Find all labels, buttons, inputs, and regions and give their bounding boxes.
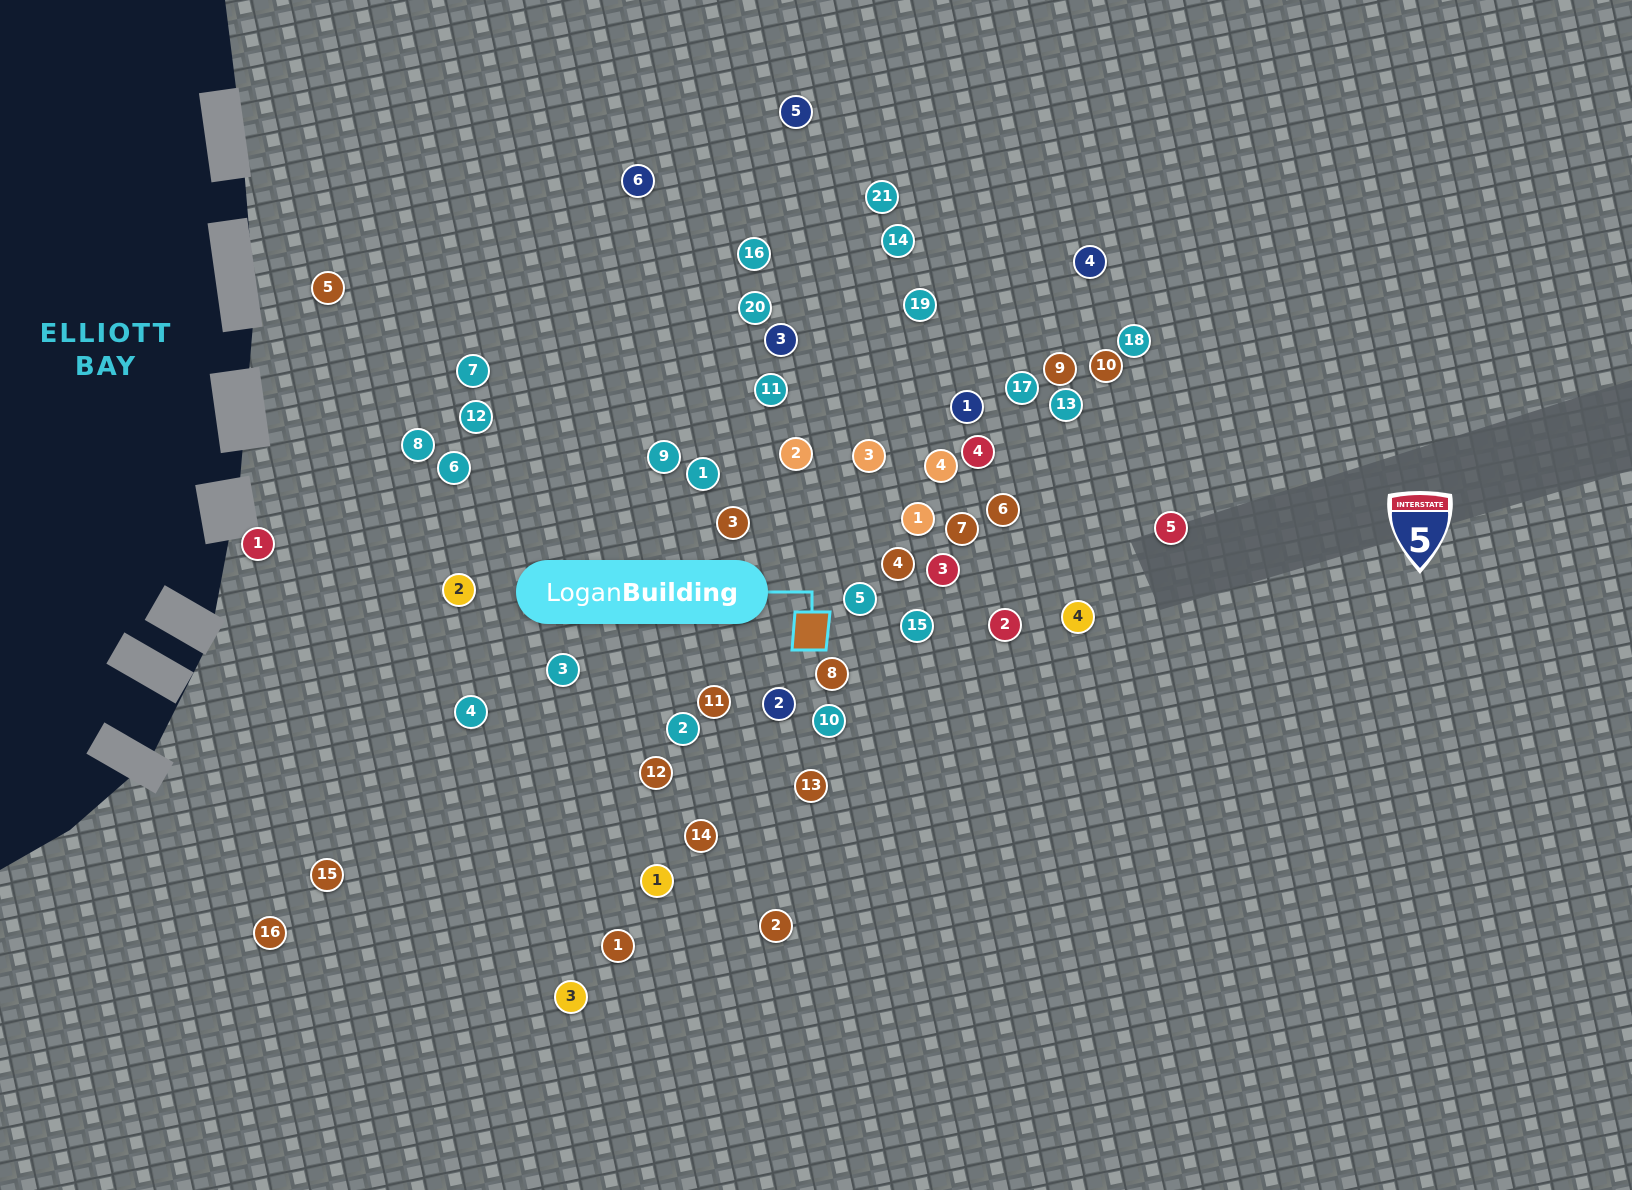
- map-marker-yellow-1[interactable]: 1: [640, 864, 674, 898]
- map-marker-brown-13[interactable]: 13: [794, 769, 828, 803]
- map-marker-teal-2[interactable]: 2: [666, 712, 700, 746]
- water-label: ELLIOTT BAY: [30, 318, 182, 384]
- map-marker-teal-17[interactable]: 17: [1005, 371, 1039, 405]
- map-marker-teal-12[interactable]: 12: [459, 400, 493, 434]
- map-marker-navy-4[interactable]: 4: [1073, 245, 1107, 279]
- water-label-line2: BAY: [74, 352, 138, 382]
- map-background: [0, 0, 1632, 1190]
- map-marker-brown-16[interactable]: 16: [253, 916, 287, 950]
- map-marker-teal-18[interactable]: 18: [1117, 324, 1151, 358]
- map-marker-brown-2[interactable]: 2: [759, 909, 793, 943]
- map-marker-brown-11[interactable]: 11: [697, 685, 731, 719]
- map-marker-brown-5[interactable]: 5: [311, 271, 345, 305]
- logan-building-callout[interactable]: Logan Building: [516, 560, 768, 624]
- map-marker-teal-14[interactable]: 14: [881, 224, 915, 258]
- map-marker-teal-16[interactable]: 16: [737, 237, 771, 271]
- map-marker-teal-3[interactable]: 3: [546, 653, 580, 687]
- map-marker-orange-3[interactable]: 3: [852, 439, 886, 473]
- map-marker-teal-13[interactable]: 13: [1049, 388, 1083, 422]
- map-marker-teal-15[interactable]: 15: [900, 609, 934, 643]
- map-marker-brown-8[interactable]: 8: [815, 657, 849, 691]
- map-marker-teal-19[interactable]: 19: [903, 288, 937, 322]
- map-marker-teal-5[interactable]: 5: [843, 582, 877, 616]
- callout-part2: Building: [621, 577, 738, 607]
- map-marker-yellow-2[interactable]: 2: [442, 573, 476, 607]
- aerial-map[interactable]: ELLIOTT BAY Logan Building INTERSTATE 5 5…: [0, 0, 1632, 1190]
- shield-number: 5: [1408, 521, 1432, 561]
- shield-top-text: INTERSTATE: [1396, 501, 1443, 509]
- map-marker-brown-1[interactable]: 1: [601, 929, 635, 963]
- map-marker-teal-1[interactable]: 1: [686, 457, 720, 491]
- map-marker-teal-6[interactable]: 6: [437, 451, 471, 485]
- map-marker-brown-14[interactable]: 14: [684, 819, 718, 853]
- map-marker-red-1[interactable]: 1: [241, 527, 275, 561]
- map-marker-orange-2[interactable]: 2: [779, 437, 813, 471]
- map-marker-red-3[interactable]: 3: [926, 553, 960, 587]
- map-marker-brown-3[interactable]: 3: [716, 506, 750, 540]
- map-marker-red-2[interactable]: 2: [988, 608, 1022, 642]
- map-marker-brown-15[interactable]: 15: [310, 858, 344, 892]
- map-marker-brown-4[interactable]: 4: [881, 547, 915, 581]
- map-marker-navy-2[interactable]: 2: [762, 687, 796, 721]
- water-label-line1: ELLIOTT: [39, 319, 173, 349]
- map-marker-red-4[interactable]: 4: [961, 435, 995, 469]
- map-marker-brown-10[interactable]: 10: [1089, 349, 1123, 383]
- map-marker-navy-6[interactable]: 6: [621, 164, 655, 198]
- map-marker-orange-1[interactable]: 1: [901, 502, 935, 536]
- map-marker-teal-7[interactable]: 7: [456, 354, 490, 388]
- callout-part1: Logan: [546, 577, 622, 607]
- map-marker-teal-4[interactable]: 4: [454, 695, 488, 729]
- map-marker-teal-11[interactable]: 11: [754, 373, 788, 407]
- map-marker-navy-3[interactable]: 3: [764, 323, 798, 357]
- map-marker-brown-12[interactable]: 12: [639, 756, 673, 790]
- interstate-5-shield-icon: INTERSTATE 5: [1387, 491, 1453, 574]
- map-marker-yellow-4[interactable]: 4: [1061, 600, 1095, 634]
- map-marker-orange-4[interactable]: 4: [924, 449, 958, 483]
- map-marker-teal-10[interactable]: 10: [812, 704, 846, 738]
- map-marker-brown-9[interactable]: 9: [1043, 352, 1077, 386]
- logan-building-footprint: [790, 610, 832, 652]
- map-marker-teal-20[interactable]: 20: [738, 291, 772, 325]
- map-marker-brown-6[interactable]: 6: [986, 493, 1020, 527]
- map-marker-teal-9[interactable]: 9: [647, 440, 681, 474]
- map-marker-navy-1[interactable]: 1: [950, 390, 984, 424]
- map-marker-brown-7[interactable]: 7: [945, 512, 979, 546]
- map-marker-yellow-3[interactable]: 3: [554, 980, 588, 1014]
- map-marker-teal-8[interactable]: 8: [401, 428, 435, 462]
- map-marker-navy-5[interactable]: 5: [779, 95, 813, 129]
- map-marker-teal-21[interactable]: 21: [865, 180, 899, 214]
- map-marker-red-5[interactable]: 5: [1154, 511, 1188, 545]
